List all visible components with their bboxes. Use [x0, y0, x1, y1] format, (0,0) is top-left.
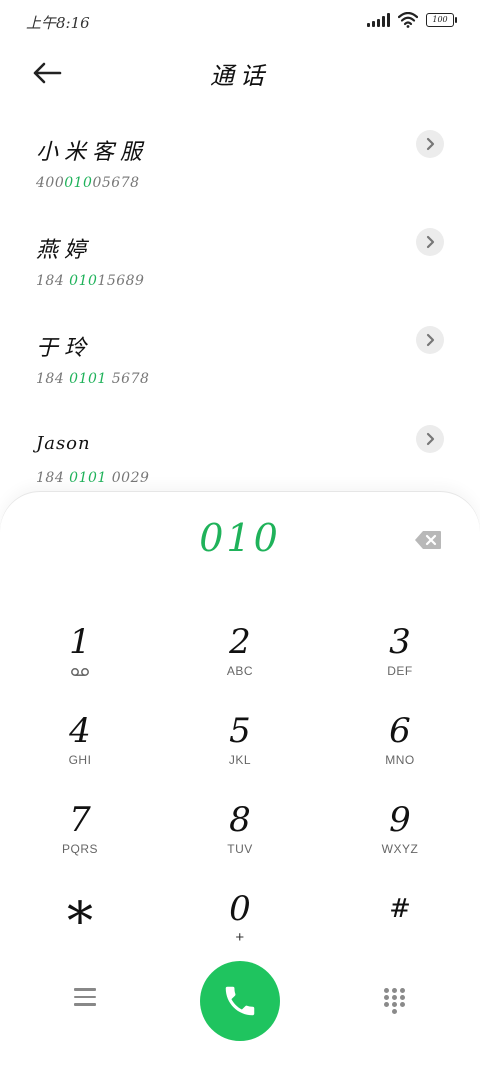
key-9[interactable]: 9 WXYZ — [330, 800, 470, 876]
key-3[interactable]: 3 DEF — [330, 622, 470, 698]
key-8[interactable]: 8 TUV — [170, 800, 310, 876]
key-letters: TUV — [227, 842, 253, 856]
chevron-right-icon — [426, 333, 435, 347]
key-hash[interactable]: # — [330, 889, 470, 965]
status-bar: 上午8:16 100 — [0, 0, 480, 44]
key-4[interactable]: 4 GHI — [10, 711, 150, 787]
app-header: 通话 — [0, 44, 480, 104]
key-5[interactable]: 5 JKL — [170, 711, 310, 787]
status-icons: 100 — [367, 12, 457, 28]
key-letters: MNO — [385, 753, 415, 767]
key-digit: 2 — [229, 622, 251, 662]
battery-icon: 100 — [426, 13, 457, 27]
contact-item[interactable]: 于玲 184 0101 5678 — [0, 316, 480, 406]
call-button[interactable] — [200, 961, 280, 1041]
key-digit: # — [389, 894, 411, 924]
phone-icon — [225, 986, 255, 1016]
contact-item[interactable]: 小米客服 40001005678 — [0, 120, 480, 210]
chevron-right-icon — [426, 432, 435, 446]
contact-number: 184 01015689 — [36, 273, 145, 289]
contact-item[interactable]: 燕婷 184 01015689 — [0, 218, 480, 308]
key-digit: 7 — [69, 800, 91, 840]
key-letters: ABC — [226, 664, 254, 678]
contact-number: 184 0101 5678 — [36, 371, 150, 387]
chevron-right-icon — [426, 235, 435, 249]
key-letters: JKL — [228, 753, 252, 767]
contact-number: 184 0101 0029 — [36, 470, 150, 486]
backspace-button[interactable] — [414, 530, 442, 550]
battery-level: 100 — [432, 15, 448, 24]
key-digit: * — [67, 892, 93, 952]
key-digit: 9 — [389, 800, 411, 840]
key-7[interactable]: 7 PQRS — [10, 800, 150, 876]
key-digit: 0 — [229, 889, 251, 929]
key-digit: 1 — [69, 622, 91, 662]
key-digit: 4 — [69, 711, 91, 751]
chevron-right-icon — [426, 137, 435, 151]
contact-name: 于玲 — [36, 336, 93, 361]
contact-name: 小米客服 — [36, 140, 149, 165]
key-digit: 8 — [229, 800, 251, 840]
key-1[interactable]: 1 — [10, 622, 150, 698]
dialpad-toggle-button[interactable] — [384, 988, 406, 1014]
bottom-action-bar — [0, 958, 480, 1048]
contact-detail-button[interactable] — [416, 228, 444, 256]
key-star[interactable]: * — [10, 892, 150, 968]
key-letters: + — [235, 929, 245, 946]
contact-number: 40001005678 — [36, 175, 140, 191]
dial-input[interactable]: 010 — [0, 516, 480, 560]
key-letters: DEF — [387, 664, 413, 678]
key-letters: WXYZ — [381, 842, 419, 856]
key-digit: 5 — [229, 711, 251, 751]
voicemail-icon — [71, 668, 89, 676]
key-0[interactable]: 0 + — [170, 889, 310, 965]
key-letters: PQRS — [61, 842, 98, 856]
key-digit: 3 — [389, 622, 411, 662]
contact-detail-button[interactable] — [416, 326, 444, 354]
key-2[interactable]: 2 ABC — [170, 622, 310, 698]
menu-icon — [74, 988, 96, 1006]
contact-detail-button[interactable] — [416, 425, 444, 453]
contact-detail-button[interactable] — [416, 130, 444, 158]
contact-name: 燕婷 — [36, 238, 93, 263]
wifi-icon — [398, 12, 418, 28]
signal-icon — [367, 13, 390, 27]
key-digit: 6 — [389, 711, 411, 751]
menu-button[interactable] — [74, 988, 96, 1010]
contact-name: Jason — [36, 433, 91, 454]
status-time: 上午8:16 — [26, 14, 90, 32]
page-title: 通话 — [210, 62, 270, 90]
backspace-icon — [415, 531, 441, 549]
key-letters: GHI — [68, 753, 92, 767]
key-6[interactable]: 6 MNO — [330, 711, 470, 787]
